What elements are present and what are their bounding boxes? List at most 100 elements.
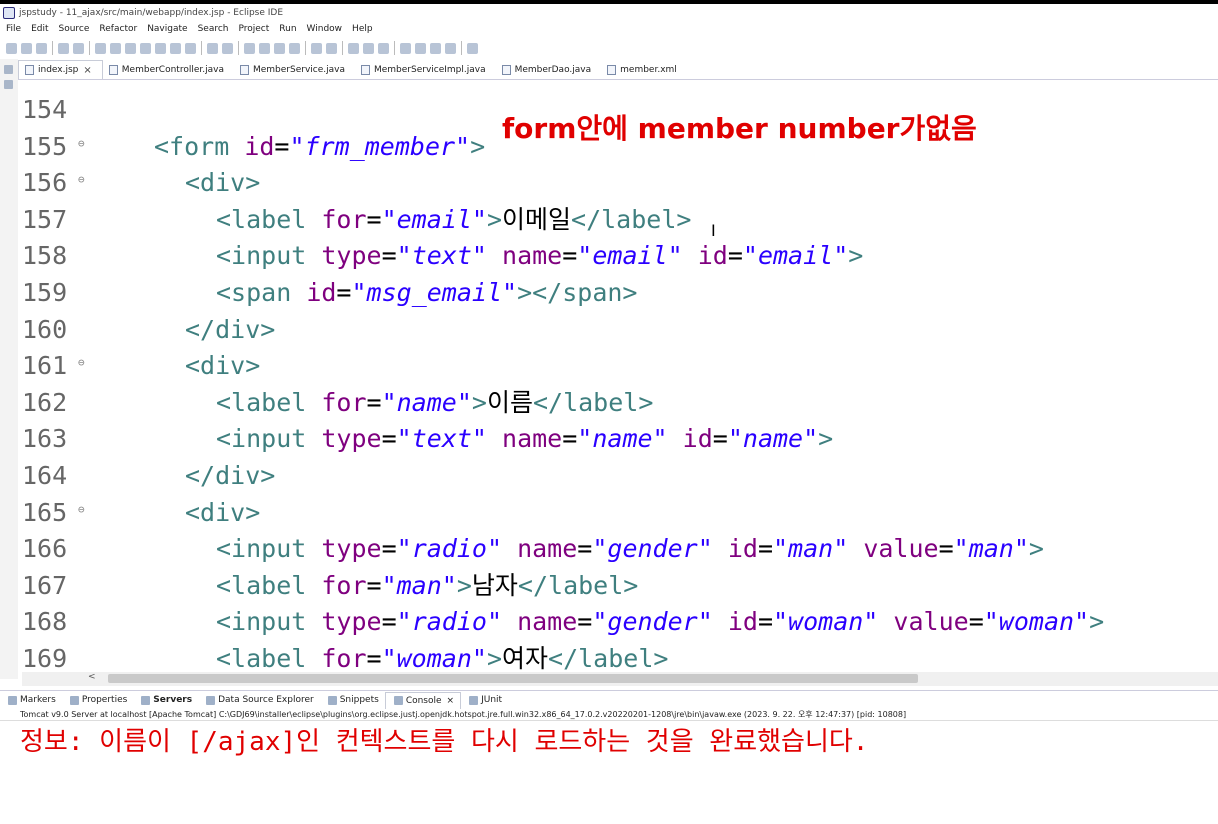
new-class-icon[interactable] — [326, 42, 337, 54]
line-number: 154 — [22, 95, 68, 124]
save-all-icon[interactable] — [36, 42, 47, 54]
line-number: 157 — [22, 204, 68, 234]
code-token-attr: name — [517, 607, 578, 637]
step-into-icon[interactable] — [155, 42, 166, 54]
code-token-txt: 이름 — [486, 387, 533, 417]
junit-icon — [469, 695, 479, 705]
terminate-icon[interactable] — [125, 42, 136, 54]
panel-tab-markers[interactable]: Markers — [0, 692, 62, 708]
menu-source[interactable]: Source — [59, 24, 90, 34]
step-over-icon[interactable] — [170, 42, 181, 54]
code-token-tag: <input — [216, 607, 322, 637]
panel-tab-properties[interactable]: Properties — [62, 692, 133, 708]
code-token-val: "gender" — [592, 607, 713, 637]
terminal-icon[interactable] — [58, 42, 69, 54]
skip-breakpoints-icon[interactable] — [73, 42, 84, 54]
forward-icon[interactable] — [445, 42, 456, 54]
code-token-tag: > — [1089, 607, 1105, 637]
menu-search[interactable]: Search — [198, 24, 229, 34]
code-line: 162 <label for="name">이름</label> — [22, 385, 653, 421]
scrollbar-thumb[interactable] — [108, 674, 918, 683]
new-icon[interactable] — [6, 42, 17, 54]
code-text: <input type="radio" name="gender" id="ma… — [92, 534, 1044, 563]
toggle-block-icon[interactable] — [207, 42, 218, 54]
code-line: 160 </div> — [22, 312, 275, 348]
panel-tab-servers[interactable]: Servers — [133, 692, 198, 708]
editor-tab[interactable]: MemberServiceImpl.java — [355, 61, 496, 79]
code-token-attr: for — [321, 644, 367, 672]
code-token-tag: <input — [216, 241, 322, 271]
minimize-icon[interactable] — [4, 65, 13, 74]
scroll-left-icon[interactable]: < — [88, 672, 96, 682]
console-output: 정보: 이름이 [/ajax]인 컨텍스트를 다시 로드하는 것을 완료했습니다… — [20, 727, 869, 757]
annotation-next-icon[interactable] — [400, 42, 411, 54]
new-server-icon[interactable] — [311, 42, 322, 54]
editor-tab[interactable]: member.xml — [601, 61, 687, 79]
code-token-tag: </label> — [517, 570, 639, 600]
file-icon — [501, 65, 511, 75]
annotation-prev-icon[interactable] — [415, 42, 426, 54]
menu-window[interactable]: Window — [307, 24, 343, 34]
panel-tab-console[interactable]: Console × — [384, 691, 462, 709]
line-number: 162 — [22, 387, 68, 417]
code-token-tag: </label> — [571, 204, 692, 234]
editor-tab[interactable]: MemberService.java — [234, 61, 355, 79]
panel-tab-label: Console — [405, 695, 442, 706]
code-token-attr: type — [321, 241, 382, 271]
debug-icon[interactable] — [244, 42, 255, 54]
panel-tab-data-source-explorer[interactable]: Data Source Explorer — [198, 692, 320, 708]
disconnect-icon[interactable] — [140, 42, 151, 54]
fold-toggle-icon[interactable]: ⊖ — [78, 348, 92, 378]
code-editor[interactable]: 154 155 ⊖ <form id="frm_member"> 156 ⊖ <div> 15… — [22, 80, 1218, 672]
editor-tab-label: index.jsp — [38, 65, 79, 75]
code-line: 158 <input type="text" name="email" id="e… — [22, 238, 863, 274]
step-return-icon[interactable] — [185, 42, 196, 54]
code-text: <div> — [92, 168, 260, 197]
search-icon[interactable] — [378, 42, 389, 54]
code-token-val: "man" — [953, 534, 1029, 564]
code-text: <span id="msg_email"></span> — [92, 278, 637, 307]
editor-tab[interactable]: index.jsp × — [18, 60, 103, 79]
open-task-icon[interactable] — [363, 42, 374, 54]
code-token-attr: value — [863, 534, 939, 564]
panel-tab-snippets[interactable]: Snippets — [320, 692, 385, 708]
panel-tab-label: Data Source Explorer — [218, 695, 314, 705]
menu-file[interactable]: File — [6, 24, 21, 34]
horizontal-scrollbar[interactable]: < — [22, 672, 1218, 686]
menu-refactor[interactable]: Refactor — [99, 24, 137, 34]
pin-editor-icon[interactable] — [467, 42, 478, 54]
code-token-tag: > — [848, 241, 864, 271]
code-token-val: "email" — [742, 241, 849, 271]
suspend-icon[interactable] — [110, 42, 121, 54]
menu-help[interactable]: Help — [352, 24, 373, 34]
back-icon[interactable] — [430, 42, 441, 54]
run-icon[interactable] — [259, 42, 270, 54]
editor-tab[interactable]: MemberController.java — [103, 61, 234, 79]
panel-tab-junit[interactable]: JUnit — [461, 692, 508, 708]
code-line: 155 ⊖ <form id="frm_member"> — [22, 129, 485, 165]
fold-toggle-icon[interactable]: ⊖ — [78, 165, 92, 195]
save-icon[interactable] — [21, 42, 32, 54]
editor-tab[interactable]: MemberDao.java — [496, 61, 602, 79]
menu-navigate[interactable]: Navigate — [147, 24, 187, 34]
resume-icon[interactable] — [95, 42, 106, 54]
close-icon[interactable]: × — [83, 65, 91, 76]
word-wrap-icon[interactable] — [222, 42, 233, 54]
menu-project[interactable]: Project — [238, 24, 269, 34]
fold-toggle-icon[interactable]: ⊖ — [78, 129, 92, 159]
editor-tab-bar: index.jsp × MemberController.java MemberSer… — [18, 59, 1218, 80]
menu-edit[interactable]: Edit — [31, 24, 48, 34]
coverage-icon[interactable] — [274, 42, 285, 54]
menu-run[interactable]: Run — [279, 24, 296, 34]
restore-icon[interactable] — [4, 80, 13, 89]
open-type-icon[interactable] — [348, 42, 359, 54]
toolbar-separator — [305, 41, 306, 55]
code-token-txt: 남자 — [471, 570, 518, 600]
close-icon[interactable]: × — [447, 696, 455, 706]
external-tools-icon[interactable] — [289, 42, 300, 54]
line-number: 159 — [22, 278, 68, 307]
fold-toggle-icon[interactable]: ⊖ — [78, 495, 92, 525]
code-token-txt: = — [381, 534, 397, 564]
